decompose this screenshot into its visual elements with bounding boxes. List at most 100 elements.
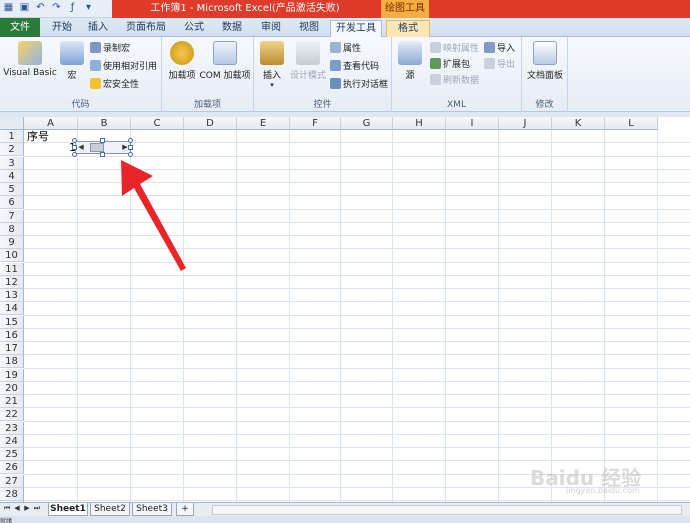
row-header-24[interactable]: 24: [0, 434, 24, 448]
sheet-tab-2[interactable]: Sheet2: [90, 503, 130, 516]
macros-button[interactable]: 宏: [58, 41, 86, 81]
tab-page-layout[interactable]: 页面布局: [118, 20, 174, 37]
tab-insert[interactable]: 插入: [82, 20, 114, 37]
xml-source-button[interactable]: 源: [398, 41, 422, 81]
map-properties-button[interactable]: 映射属性: [430, 42, 479, 56]
insert-sheet-icon[interactable]: +: [176, 503, 194, 516]
design-mode-button[interactable]: 设计模式: [288, 41, 328, 81]
tab-formulas[interactable]: 公式: [178, 20, 210, 37]
row-header-12[interactable]: 12: [0, 275, 24, 289]
row-gridline: [24, 301, 690, 303]
import-button[interactable]: 导入: [484, 42, 515, 56]
undo-icon[interactable]: ↶: [34, 1, 47, 15]
row-header-8[interactable]: 8: [0, 222, 24, 236]
record-macro-button[interactable]: 录制宏: [90, 42, 130, 56]
properties-button[interactable]: 属性: [330, 42, 361, 56]
row-header-6[interactable]: 6: [0, 196, 24, 210]
redo-icon[interactable]: ↷: [50, 1, 63, 15]
resize-handle-top[interactable]: [100, 138, 105, 143]
addins-button[interactable]: 加载项: [164, 41, 200, 81]
row-header-7[interactable]: 7: [0, 209, 24, 223]
insert-control-button[interactable]: 插入 ▾: [258, 41, 286, 89]
column-header-j[interactable]: J: [499, 117, 552, 130]
row-header-2[interactable]: 2: [0, 143, 24, 157]
relative-reference-button[interactable]: 使用相对引用: [90, 60, 157, 74]
column-header-h[interactable]: H: [393, 117, 446, 130]
row-header-18[interactable]: 18: [0, 355, 24, 369]
tab-home[interactable]: 开始: [46, 20, 78, 37]
row-header-28[interactable]: 28: [0, 487, 24, 501]
resize-handle-left[interactable]: [72, 145, 77, 150]
function-icon[interactable]: ƒ: [66, 1, 79, 15]
resize-handle-bottom-left[interactable]: [72, 152, 77, 157]
row-header-17[interactable]: 17: [0, 342, 24, 355]
tab-file[interactable]: 文件: [0, 18, 40, 37]
tab-review[interactable]: 审阅: [254, 20, 288, 37]
scroll-left-arrow-icon[interactable]: ◀: [76, 142, 86, 153]
row-header-23[interactable]: 23: [0, 421, 24, 435]
row-header-21[interactable]: 21: [0, 395, 24, 408]
row-header-14[interactable]: 14: [0, 302, 24, 316]
export-button[interactable]: 导出: [484, 58, 515, 72]
macro-security-button[interactable]: 宏安全性: [90, 78, 139, 92]
column-header-i[interactable]: I: [446, 117, 499, 130]
run-dialog-button[interactable]: 执行对话框: [330, 78, 388, 92]
tab-developer[interactable]: 开发工具: [330, 20, 382, 38]
row-header-27[interactable]: 27: [0, 474, 24, 488]
tab-data[interactable]: 数据: [214, 20, 250, 37]
row-header-13[interactable]: 13: [0, 289, 24, 302]
document-panel-button[interactable]: 文档面板: [524, 41, 566, 81]
resize-handle-bottom-right[interactable]: [128, 152, 133, 157]
column-header-k[interactable]: K: [552, 117, 605, 130]
row-header-3[interactable]: 3: [0, 156, 24, 170]
row-header-9[interactable]: 9: [0, 236, 24, 249]
com-addins-button[interactable]: COM 加载项: [198, 41, 252, 81]
row-header-4[interactable]: 4: [0, 169, 24, 183]
sheet-tab-1[interactable]: Sheet1: [48, 503, 88, 516]
tab-view[interactable]: 视图: [292, 20, 326, 37]
column-header-b[interactable]: B: [78, 117, 131, 130]
quick-access-toolbar: ▦ ▣ ↶ ↷ ƒ ▾: [2, 1, 95, 15]
save-icon[interactable]: ▣: [18, 1, 31, 15]
group-controls-label: 控件: [313, 100, 332, 110]
tab-format[interactable]: 格式: [386, 20, 430, 37]
worksheet-grid[interactable]: A B C D E F G H I J K L 1 2 3 4 5 6 7 8 9 10 11 12 13 14 15 16 17 18 1…: [0, 117, 690, 502]
prev-sheet-icon[interactable]: ◀: [12, 504, 22, 512]
row-header-19[interactable]: 19: [0, 368, 24, 382]
row-header-25[interactable]: 25: [0, 448, 24, 461]
last-sheet-icon[interactable]: ⏭: [32, 504, 42, 513]
expansion-pack-button[interactable]: 扩展包: [430, 58, 470, 72]
column-header-d[interactable]: D: [184, 117, 237, 130]
row-header-20[interactable]: 20: [0, 381, 24, 395]
next-sheet-icon[interactable]: ▶: [22, 504, 32, 512]
row-header-5[interactable]: 5: [0, 183, 24, 196]
view-code-button[interactable]: 查看代码: [330, 60, 379, 74]
drawing-tools-context: 绘图工具: [381, 0, 429, 18]
select-all-corner[interactable]: [0, 117, 24, 130]
cell-a1[interactable]: 序号: [27, 128, 49, 144]
sheet-tab-3[interactable]: Sheet3: [132, 503, 172, 516]
column-header-e[interactable]: E: [237, 117, 290, 130]
scroll-thumb[interactable]: [90, 143, 104, 152]
resize-handle-top-left[interactable]: [72, 138, 77, 143]
row-header-26[interactable]: 26: [0, 461, 24, 475]
column-header-f[interactable]: F: [290, 117, 341, 130]
resize-handle-top-right[interactable]: [128, 138, 133, 143]
customize-qat-icon[interactable]: ▾: [82, 1, 95, 15]
resize-handle-bottom[interactable]: [100, 152, 105, 157]
horizontal-scrollbar[interactable]: [212, 505, 682, 515]
column-header-g[interactable]: G: [341, 117, 393, 130]
column-header-l[interactable]: L: [605, 117, 658, 130]
row-header-11[interactable]: 11: [0, 262, 24, 276]
row-header-10[interactable]: 10: [0, 249, 24, 263]
column-header-c[interactable]: C: [131, 117, 184, 130]
row-header-22[interactable]: 22: [0, 408, 24, 422]
row-header-15[interactable]: 15: [0, 315, 24, 329]
visual-basic-button[interactable]: Visual Basic: [2, 41, 58, 78]
row-header-1[interactable]: 1: [0, 130, 24, 143]
refresh-data-button[interactable]: 刷新数据: [430, 74, 479, 88]
excel-logo-icon: ▦: [3, 2, 14, 13]
row-header-16[interactable]: 16: [0, 328, 24, 342]
first-sheet-icon[interactable]: ⏮: [2, 504, 12, 513]
resize-handle-right[interactable]: [128, 145, 133, 150]
